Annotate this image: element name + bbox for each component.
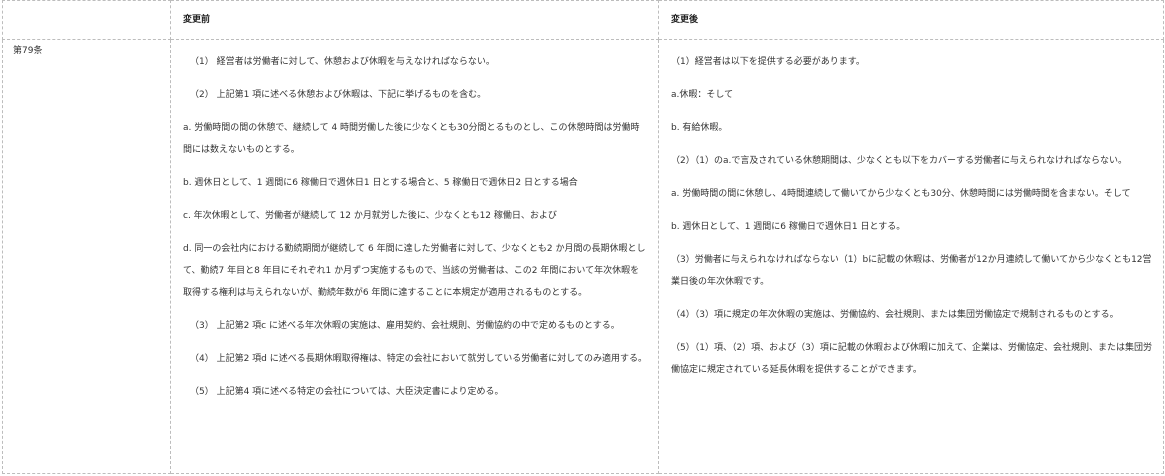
after-paragraph: a.休暇：そして [671,90,734,100]
before-paragraph: d. 同一の会社内における勤続期間が継続して 6 年間に達した労働者に対して、少… [183,244,646,298]
comparison-table: 変更前 変更後 第79条 （1） 経営者は労働者に対して、休憩および休暇を与えな… [2,0,1164,474]
after-paragraph: （1）経営者は以下を提供する必要があります。 [671,57,865,67]
before-paragraph: c. 年次休暇として、労働者が継続して 12 か月就労した後に、少なくとも12 … [183,211,557,221]
after-paragraph: a. 労働時間の間に休憩し、4時間連続して働いてから少なくとも30分、休憩時間に… [671,189,1131,199]
after-paragraph: b. 週休日として、1 週間に6 稼働日で週休日1 日とする。 [671,222,906,232]
before-paragraph: （2） 上記第1 項に述べる休憩および休暇は、下記に挙げるものを含む。 [190,90,487,100]
after-paragraph: （2）（1）のa.で言及されている休憩期間は、少なくとも以下をカバーする労働者に… [671,156,1128,166]
before-paragraph: b. 週休日として、1 週間に6 稼働日で週休日1 日とする場合と、5 稼働日で… [183,178,578,188]
header-after: 変更後 [658,0,1164,40]
table-row: 第79条 （1） 経営者は労働者に対して、休憩および休暇を与えなければならない。… [2,39,1164,474]
header-before: 変更前 [170,0,659,40]
after-paragraph: b. 有給休暇。 [671,123,728,133]
header-row: 変更前 変更後 [2,0,1164,40]
before-text-cell: （1） 経営者は労働者に対して、休憩および休暇を与えなければならない。 （2） … [170,39,659,474]
header-corner-cell [2,0,171,40]
before-paragraph: （4） 上記第2 項d に述べる長期休暇取得権は、特定の会社において就労している… [190,354,647,364]
after-paragraph: （5）（1）項、（2）項、および（3）項に記載の休暇および休暇に加えて、企業は、… [671,343,1153,375]
before-paragraph: （5） 上記第4 項に述べる特定の会社については、大臣決定書により定める。 [190,387,504,397]
article-number: 第79条 [2,39,171,474]
after-paragraph: （4）（3）項に規定の年次休暇の実施は、労働協約、会社規則、または集団労働協定で… [671,310,1119,320]
after-paragraph: （3）労働者に与えられなければならない（1）bに記載の休暇は、労働者が12か月連… [671,255,1152,287]
before-paragraph: （3） 上記第2 項c に述べる年次休暇の実施は、雇用契約、会社規則、労働協約の… [190,321,620,331]
after-text-cell: （1）経営者は以下を提供する必要があります。 a.休暇：そして b. 有給休暇。… [658,39,1164,474]
before-paragraph: （1） 経営者は労働者に対して、休憩および休暇を与えなければならない。 [190,57,495,67]
before-paragraph: a. 労働時間の間の休憩で、継続して 4 時間労働した後に少なくとも30分間とる… [183,123,640,155]
